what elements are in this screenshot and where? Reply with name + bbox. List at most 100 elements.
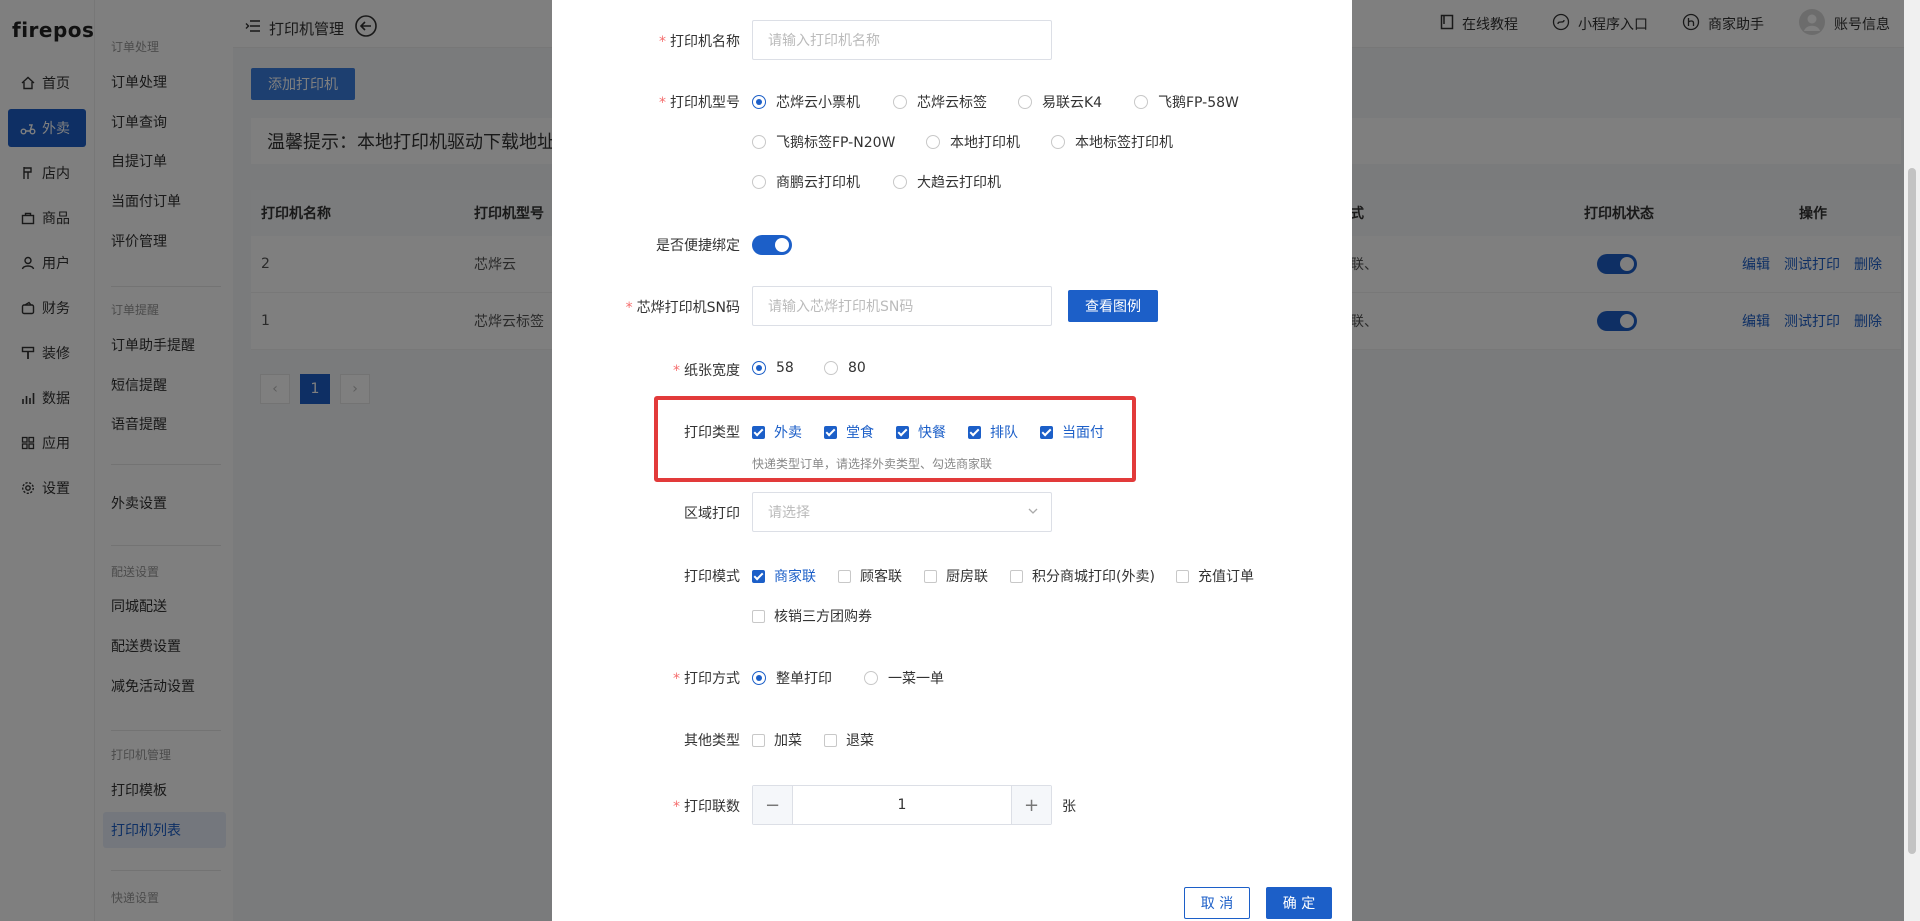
print-type-fastfood[interactable]: 快餐 [896,422,946,442]
label-text: 打印机名称 [670,34,740,50]
mode-kitchen[interactable]: 厨房联 [924,566,988,586]
mode-customer[interactable]: 顾客联 [838,566,902,586]
paper-width-label: * 纸张宽度 [673,360,740,380]
required-mark: * [673,671,680,687]
label-text: 打印机型号 [670,95,740,111]
model-option-feie-n20w[interactable]: 飞鹅标签FP-N20W [752,132,895,152]
checkbox [824,425,837,439]
checkbox [838,569,851,583]
print-type-facepay[interactable]: 当面付 [1040,422,1104,442]
option-label: 易联云K4 [1042,95,1103,111]
print-type-hint: 快递类型订单，请选择外卖类型、勾选商家联 [752,457,993,471]
decrement-button[interactable]: − [753,786,793,824]
checkbox [1176,569,1189,583]
radio-dot [926,135,940,149]
sn-input[interactable]: 请输入芯烨打印机SN码 [752,286,1052,326]
other-add-dish[interactable]: 加菜 [752,730,802,750]
label-text: 打印方式 [684,671,740,687]
chevron-down-icon [1027,505,1039,521]
radio-dot [1134,95,1148,109]
confirm-button[interactable]: 确 定 [1266,887,1332,919]
option-label: 当面付 [1062,425,1104,441]
model-option-yilian-k4[interactable]: 易联云K4 [1018,92,1102,112]
print-type-queue[interactable]: 排队 [968,422,1018,442]
required-mark: * [673,799,680,815]
print-type-dinein[interactable]: 堂食 [824,422,874,442]
option-label: 大趋云打印机 [917,175,1001,191]
select-placeholder: 请选择 [768,505,810,521]
print-type-takeout[interactable]: 外卖 [752,422,802,442]
model-option-daqu[interactable]: 大趋云打印机 [893,172,1001,192]
copies-value[interactable]: 1 [793,786,1011,824]
option-label: 加菜 [774,733,802,749]
paper-option-80[interactable]: 80 [824,360,866,376]
option-label: 充值订单 [1198,569,1254,585]
radio-dot [1051,135,1065,149]
other-types-label: 其他类型 [684,733,740,749]
checkbox [752,609,765,623]
radio-dot [752,361,766,375]
add-printer-dialog: * 打印机名称 请输入打印机名称 * 打印机型号 芯烨云小票机 芯烨云标签 易联云K… [552,0,1352,921]
option-label: 飞鹅FP-58W [1158,95,1239,111]
radio-dot [752,95,766,109]
required-mark: * [659,95,666,111]
option-label: 58 [776,360,794,376]
model-option-xinye-label[interactable]: 芯烨云标签 [893,92,987,112]
radio-dot [752,671,766,685]
quick-bind-toggle[interactable] [752,235,792,255]
checkbox [924,569,937,583]
printer-model-label: * 打印机型号 [659,92,740,112]
mode-recharge[interactable]: 充值订单 [1176,566,1254,586]
checkbox [1010,569,1023,583]
printer-name-input[interactable]: 请输入打印机名称 [752,20,1052,60]
option-label: 本地打印机 [950,135,1020,151]
option-label: 积分商城打印(外卖) [1032,569,1155,585]
printer-name-label: * 打印机名称 [659,31,740,51]
option-label: 芯烨云标签 [917,95,987,111]
method-per-dish[interactable]: 一菜一单 [864,668,944,688]
minus-icon: − [764,794,781,816]
model-option-feie-58w[interactable]: 飞鹅FP-58W [1134,92,1239,112]
checkbox [1040,425,1053,439]
option-label: 顾客联 [860,569,902,585]
scrollbar-thumb[interactable] [1908,168,1916,854]
radio-dot [893,175,907,189]
radio-dot [1018,95,1032,109]
checkbox [968,425,981,439]
required-mark: * [659,34,666,50]
mode-group-voucher[interactable]: 核销三方团购券 [752,606,872,626]
option-label: 整单打印 [776,671,832,687]
model-option-local-label[interactable]: 本地标签打印机 [1051,132,1173,152]
option-label: 退菜 [846,733,874,749]
view-example-button[interactable]: 查看图例 [1068,290,1158,322]
method-whole-order[interactable]: 整单打印 [752,668,832,688]
checkbox [752,569,765,583]
option-label: 快餐 [918,425,946,441]
mode-merchant[interactable]: 商家联 [752,566,816,586]
radio-dot [893,95,907,109]
cancel-button[interactable]: 取 消 [1184,887,1250,919]
model-option-xinye-receipt[interactable]: 芯烨云小票机 [752,92,860,112]
paper-option-58[interactable]: 58 [752,360,794,376]
model-option-local[interactable]: 本地打印机 [926,132,1020,152]
quick-bind-label: 是否便捷绑定 [656,238,740,254]
required-mark: * [673,363,680,379]
radio-dot [824,361,838,375]
window-scrollbar[interactable] [1904,0,1920,921]
copies-label: * 打印联数 [673,796,740,816]
area-print-select[interactable]: 请选择 [752,492,1052,532]
option-label: 厨房联 [946,569,988,585]
other-return-dish[interactable]: 退菜 [824,730,874,750]
option-label: 外卖 [774,425,802,441]
label-text: 纸张宽度 [684,363,740,379]
label-text: 芯烨打印机SN码 [636,300,740,316]
mode-points-mall[interactable]: 积分商城打印(外卖) [1010,566,1155,586]
model-option-shangpeng[interactable]: 商鹏云打印机 [752,172,860,192]
option-label: 核销三方团购券 [774,609,872,625]
area-print-label: 区域打印 [684,506,740,522]
required-mark: * [625,300,633,316]
increment-button[interactable]: + [1011,786,1051,824]
plus-icon: + [1023,794,1040,816]
option-label: 堂食 [846,425,874,441]
radio-dot [864,671,878,685]
